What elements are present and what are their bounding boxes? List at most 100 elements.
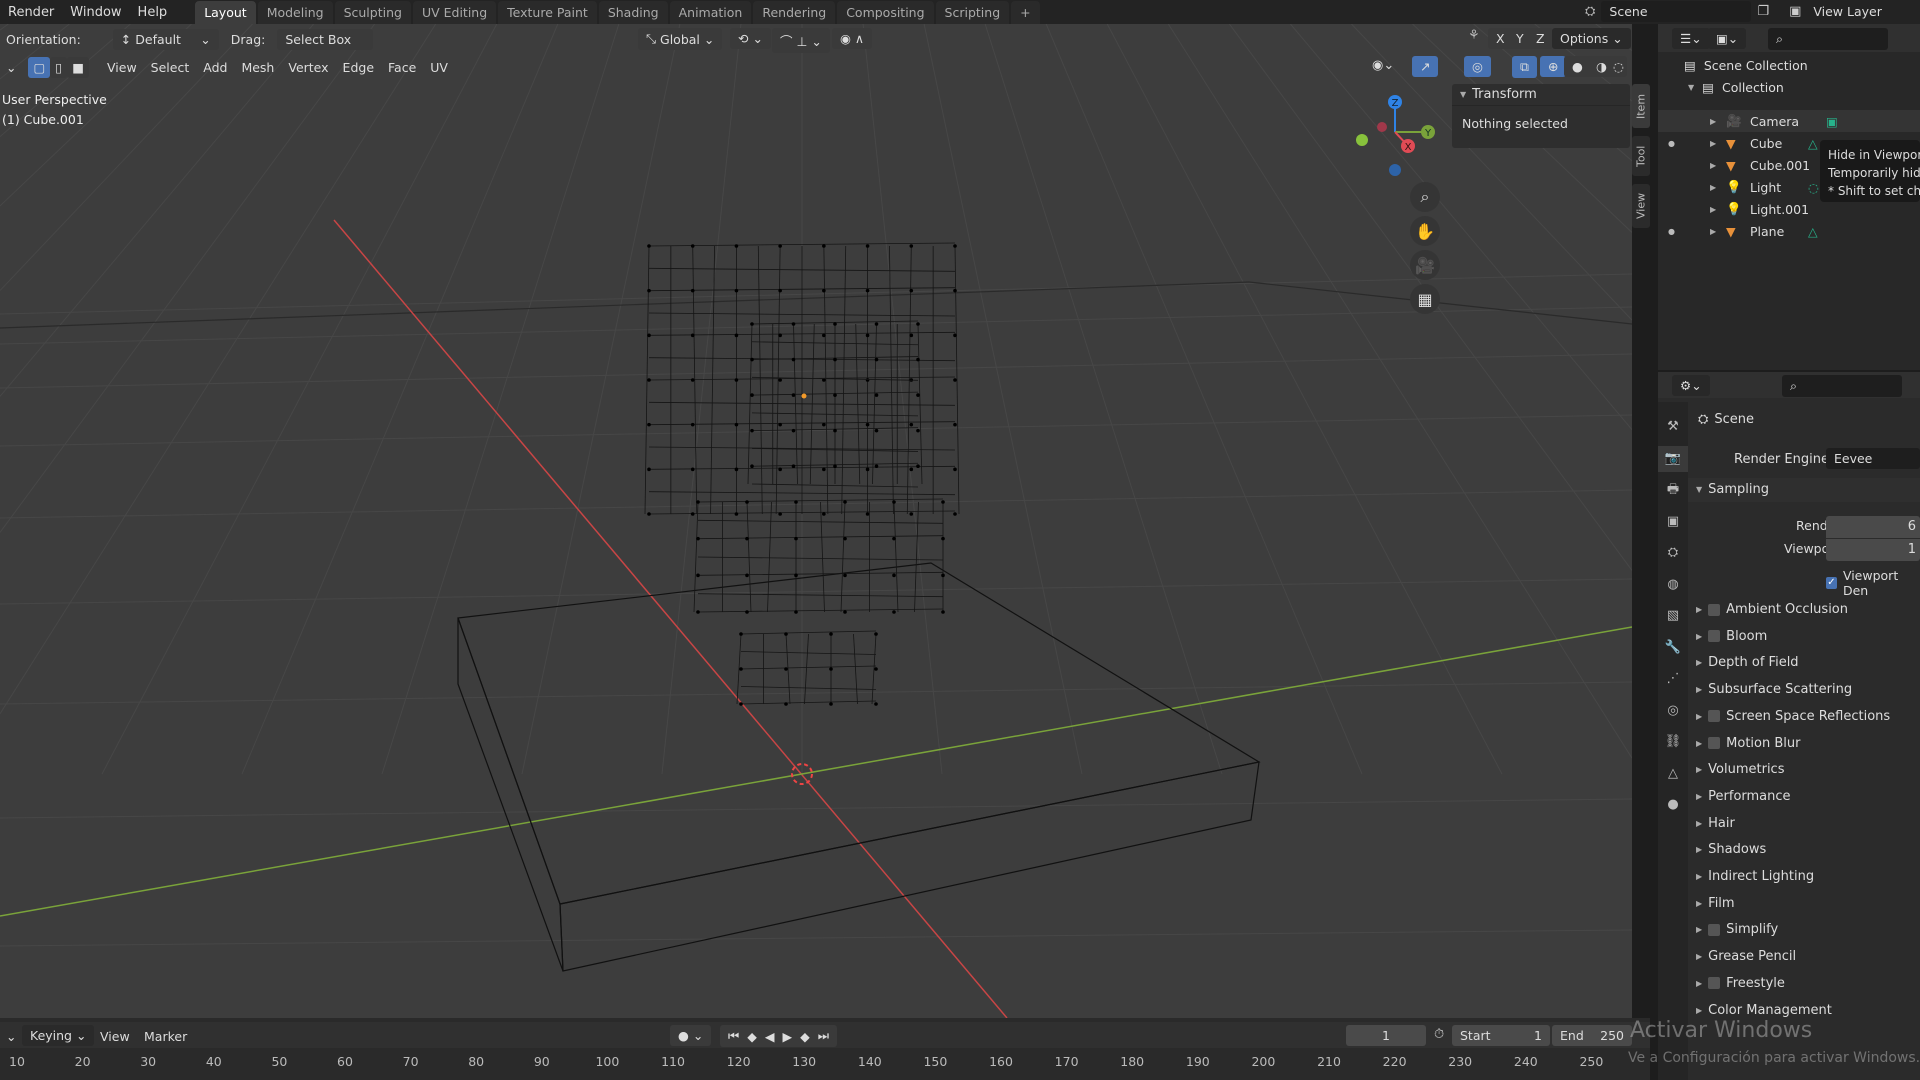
workspace-tab[interactable]: Modeling — [257, 1, 333, 24]
expand-triangle-icon[interactable]: ▶ — [1696, 872, 1702, 881]
ortho-grid-icon[interactable]: ▦ — [1410, 284, 1440, 314]
expand-triangle-icon[interactable]: ▶ — [1696, 605, 1702, 614]
menu-help[interactable]: Help — [130, 5, 176, 20]
outliner-item[interactable]: ▶ 🎥 Camera ▣ — [1658, 110, 1920, 132]
jump-end-icon[interactable]: ⏭ — [818, 1028, 829, 1044]
expand-triangle-icon[interactable]: ▶ — [1696, 925, 1702, 934]
prev-keyframe-icon[interactable]: ◆ — [747, 1029, 757, 1044]
editor-type-icon[interactable]: ⚙⌄ — [1672, 375, 1710, 396]
play-reverse-icon[interactable]: ◀ — [765, 1029, 775, 1044]
material-icon[interactable]: ● — [1658, 792, 1688, 818]
workspace-tab[interactable]: UV Editing — [412, 1, 497, 24]
overlay-toggle-icon[interactable]: ◎ — [1464, 56, 1491, 77]
visibility-icon[interactable]: ◉⌄ — [1372, 58, 1394, 73]
panel-bloom[interactable]: ▶ Bloom — [1696, 629, 1767, 644]
panel-motion-blur[interactable]: ▶ Motion Blur — [1696, 736, 1800, 751]
workspace-tab[interactable]: Shading — [598, 1, 668, 24]
particles-icon[interactable]: ⋰ — [1658, 666, 1688, 692]
expand-triangle-icon[interactable]: ▶ — [1710, 205, 1716, 214]
viewport-menu-uv[interactable]: UV — [424, 57, 454, 78]
workspace-tab[interactable]: Layout — [195, 1, 256, 24]
object-icon[interactable]: ▧ — [1658, 603, 1688, 629]
expand-triangle-icon[interactable]: ▶ — [1696, 819, 1702, 828]
expand-triangle-icon[interactable]: ▶ — [1696, 979, 1702, 988]
outliner-item-label[interactable]: Cube — [1750, 136, 1782, 151]
viewport-samples-field[interactable]: 1 — [1826, 539, 1920, 561]
expand-triangle-icon[interactable]: ▶ — [1696, 1006, 1702, 1015]
filter-icon[interactable]: ▣⌄ — [1708, 28, 1747, 49]
menu-render[interactable]: Render — [0, 5, 62, 20]
render-samples-field[interactable]: 6 — [1826, 516, 1920, 538]
timeline-view-menu[interactable]: View — [94, 1026, 136, 1047]
jump-start-icon[interactable]: ⏮ — [728, 1028, 739, 1044]
outliner-item[interactable]: ● ▶ ▼ Plane △ — [1658, 220, 1920, 242]
edge-select-mode[interactable]: ▯ — [50, 56, 68, 78]
world-icon[interactable]: ◍ — [1658, 572, 1688, 598]
panel-shadows[interactable]: ▶ Shadows — [1696, 842, 1766, 857]
panel-hair[interactable]: ▶ Hair — [1696, 816, 1735, 831]
expand-triangle-icon[interactable]: ▶ — [1710, 161, 1716, 170]
viewport-denoise-checkbox[interactable]: ✓ — [1826, 577, 1837, 589]
collapse-triangle-icon[interactable]: ▼ — [1460, 90, 1466, 99]
collection-label[interactable]: Collection — [1722, 80, 1784, 95]
menu-window[interactable]: Window — [62, 5, 129, 20]
outliner-item-label[interactable]: Light.001 — [1750, 202, 1809, 217]
object-data-icon[interactable]: △ — [1808, 224, 1818, 239]
timeline-marker-menu[interactable]: Marker — [138, 1026, 193, 1047]
scene-icon[interactable]: ⛭ — [1585, 4, 1595, 19]
panel-enable-checkbox[interactable] — [1708, 630, 1721, 643]
panel-enable-checkbox[interactable] — [1708, 710, 1721, 723]
viewport-menu-vertex[interactable]: Vertex — [282, 57, 334, 78]
scene-selector[interactable]: Scene — [1601, 1, 1752, 22]
outliner-item-label[interactable]: Cube.001 — [1750, 158, 1810, 173]
new-scene-icon[interactable]: ❐ — [1757, 4, 1769, 19]
pivot-point-icon[interactable]: ⟲ ⌄ — [730, 28, 771, 49]
panel-volumetrics[interactable]: ▶ Volumetrics — [1696, 762, 1784, 777]
render-engine-dropdown[interactable]: Eevee — [1826, 448, 1920, 469]
panel-subsurface-scattering[interactable]: ▶ Subsurface Scattering — [1696, 682, 1852, 697]
drag-dropdown[interactable]: Select Box — [277, 28, 374, 50]
viewport-menu-select[interactable]: Select — [145, 57, 196, 78]
object-data-icon[interactable]: △ — [1658, 761, 1688, 787]
end-frame-field[interactable]: End 250 — [1552, 1025, 1632, 1046]
workspace-tab[interactable]: Rendering — [753, 1, 836, 24]
options-dropdown[interactable]: Options ⌄ — [1552, 28, 1631, 49]
outliner-item-label[interactable]: Plane — [1750, 224, 1784, 239]
panel-enable-checkbox[interactable] — [1708, 923, 1721, 936]
expand-triangle-icon[interactable]: ▼ — [1688, 83, 1694, 92]
proportional-edit-icon[interactable]: ◉ ∧ — [832, 28, 873, 49]
expand-triangle-icon[interactable]: ▶ — [1696, 899, 1702, 908]
sampling-panel-header[interactable]: Sampling — [1708, 482, 1769, 497]
zoom-icon[interactable]: ⌕ — [1410, 182, 1440, 212]
expand-triangle-icon[interactable]: ▶ — [1710, 227, 1716, 236]
workspace-tab[interactable]: Sculpting — [334, 1, 411, 24]
camera-view-icon[interactable]: 🎥 — [1410, 250, 1440, 280]
viewport-menu-view[interactable]: View — [101, 57, 143, 78]
constraints-icon[interactable]: ⛓ — [1658, 729, 1688, 755]
start-frame-field[interactable]: Start 1 — [1452, 1025, 1550, 1046]
outliner-search-input[interactable]: ⌕ — [1768, 28, 1888, 50]
auto-keying-record-icon[interactable]: ● ⌄ — [670, 1025, 712, 1046]
panel-freestyle[interactable]: ▶ Freestyle — [1696, 976, 1785, 991]
physics-icon[interactable]: ◎ — [1658, 698, 1688, 724]
mirror-icon[interactable]: ⚘ — [1468, 28, 1480, 43]
gizmo-z-label[interactable]: Z — [1392, 98, 1399, 109]
view-layer-icon[interactable]: ▣ — [1789, 4, 1801, 19]
expand-triangle-icon[interactable]: ▶ — [1696, 685, 1702, 694]
expand-triangle-icon[interactable]: ▶ — [1710, 183, 1716, 192]
expand-triangle-icon[interactable]: ▶ — [1696, 952, 1702, 961]
outliner-item-label[interactable]: Camera — [1750, 114, 1799, 129]
workspace-tab[interactable]: Scripting — [935, 1, 1010, 24]
panel-depth-of-field[interactable]: ▶ Depth of Field — [1696, 655, 1799, 670]
face-select-mode[interactable]: ■ — [67, 56, 89, 78]
display-mode-icon[interactable]: ☰⌄ — [1672, 28, 1710, 49]
panel-ambient-occlusion[interactable]: ▶ Ambient Occlusion — [1696, 602, 1848, 617]
expand-triangle-icon[interactable]: ▶ — [1696, 765, 1702, 774]
panel-color-management[interactable]: ▶ Color Management — [1696, 1003, 1832, 1018]
viewport-menu-face[interactable]: Face — [382, 57, 422, 78]
panel-enable-checkbox[interactable] — [1708, 977, 1721, 990]
expand-triangle-icon[interactable]: ▶ — [1696, 792, 1702, 801]
solid-shading-icon[interactable]: ● — [1564, 56, 1591, 77]
playback-chevron-icon[interactable]: ⌄ — [0, 1026, 22, 1047]
scene-collection-label[interactable]: Scene Collection — [1704, 58, 1808, 73]
